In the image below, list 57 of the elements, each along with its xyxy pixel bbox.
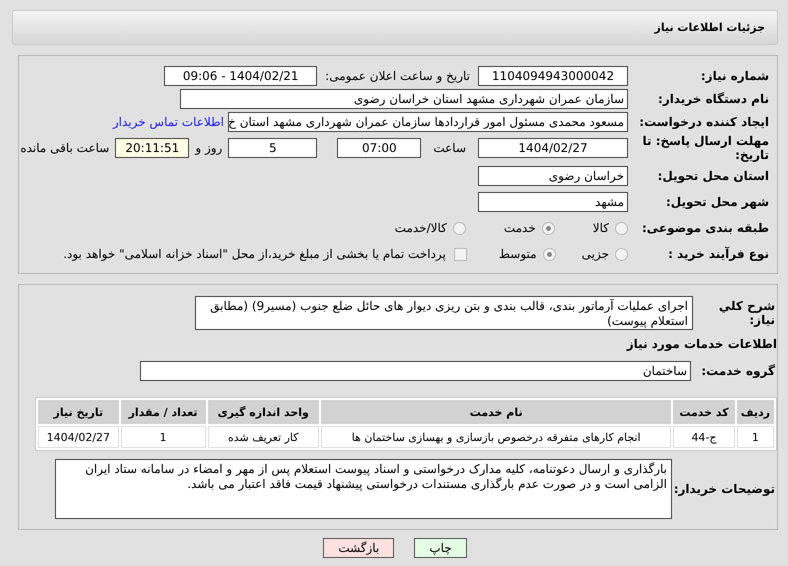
checkbox[interactable] [454,248,467,260]
page-title: جزئیات اطلاعات نیاز [654,21,765,34]
field-label: تاریخ و ساعت اعلان عمومی: [325,68,470,82]
table-cell: 1 [120,426,206,448]
field-label: توضیحات خریدار: [672,482,776,496]
column-header: نام خدمت [321,400,672,424]
field-label: شماره نیاز: [700,68,770,82]
field-label: نام دستگاه خریدار: [657,92,770,106]
city-field: مشهد [478,192,628,212]
remaining-time-field: 20:11:51 [115,138,190,158]
deadline-time-field: 07:00 [337,138,422,158]
province-field: خراسان رضوی [478,166,628,186]
field-label: ایجاد کننده درخواست: [638,114,770,128]
field-label: ساعت باقی مانده [20,141,110,155]
field-label: طبقه بندی موضوعی: [640,221,770,235]
table-cell: ج-44 [673,426,735,448]
field-label: ساعت [433,141,466,155]
section-heading: اطلاعات خدمات مورد نیاز [625,337,777,351]
field-label: شرح کلي نياز: [718,299,776,327]
buyer-field: سازمان عمران شهرداری مشهد استان خراسان رضوی [180,88,628,108]
field-label: شهر محل تحویل: [664,195,770,209]
table-cell: 1 [736,426,774,448]
column-header: تاریخ نیاز [38,400,119,424]
option-label: کالا [592,221,609,235]
table-cell: انجام کارهای متفرقه درخصوص بازسازی و بهسازی ساختمان ها [321,426,672,448]
days-field: 5 [228,138,318,158]
deadline-date-field: 1404/02/27 [478,138,628,158]
column-header: واحد اندازه گیری [208,400,319,424]
table-cell: 1404/02/27 [38,426,119,448]
radio-button[interactable] [542,222,555,234]
field-label: روز و [195,141,222,155]
table-cell: کار تعریف شده [208,426,319,448]
radio-button[interactable] [615,222,628,234]
radio-button[interactable] [615,248,628,260]
column-header: کد خدمت [673,400,735,424]
option-label: خدمت [504,221,536,235]
buyer-notes-textarea: بارگذاری و ارسال دعوتنامه، کلیه مدارک درخواستی و اسناد پیوست استعلام پس از مهر و امضاء در سامانه ستاد ایران الزامی است و در صورت عدم بارگذاری مستندات درخواستی پیشنهاد قیمت فاقد اعتبار می باشد. [55,459,672,519]
option-label: کالا/خدمت [394,221,447,235]
service-group-field: ساختمان [140,361,691,381]
print-button[interactable]: چاپ [414,538,467,558]
radio-button[interactable] [542,248,556,260]
announce-date-field: 1404/02/21 - 09:06 [164,66,318,86]
option-label: متوسط [498,247,537,261]
field-label: مهلت ارسال پاسخ: تا تاریخ: [642,134,770,162]
field-label: نوع فرآیند خرید : [667,247,770,261]
summary-textarea: اجرای عملیات آرماتور بندی، قالب بندی و بتن ریزی دیوار های حائل ضلع جنوب (مسیر9) (مطابق استعلام پیوست) [195,296,693,330]
radio-button[interactable] [452,222,466,234]
requester-field: مسعود محمدی مسئول امور قراردادها سازمان عمران شهرداری مشهد استان خ [228,112,628,132]
back-button[interactable]: بازگشت [323,538,394,558]
column-header: تعداد / مقدار [120,400,206,424]
buyer-contact-link[interactable]: اطلاعات تماس خریدار [112,114,224,128]
field-label: استان محل تحویل: [656,169,770,183]
column-header: ردیف [736,400,774,424]
option-label: جزیی [582,247,609,261]
need-number-field: 1104094943000042 [478,66,628,86]
option-label: پرداخت تمام یا بخشی از مبلغ خرید،از محل "اسناد خزانه اسلامی" خواهد بود. [63,247,446,261]
field-label: گروه خدمت: [700,364,776,378]
